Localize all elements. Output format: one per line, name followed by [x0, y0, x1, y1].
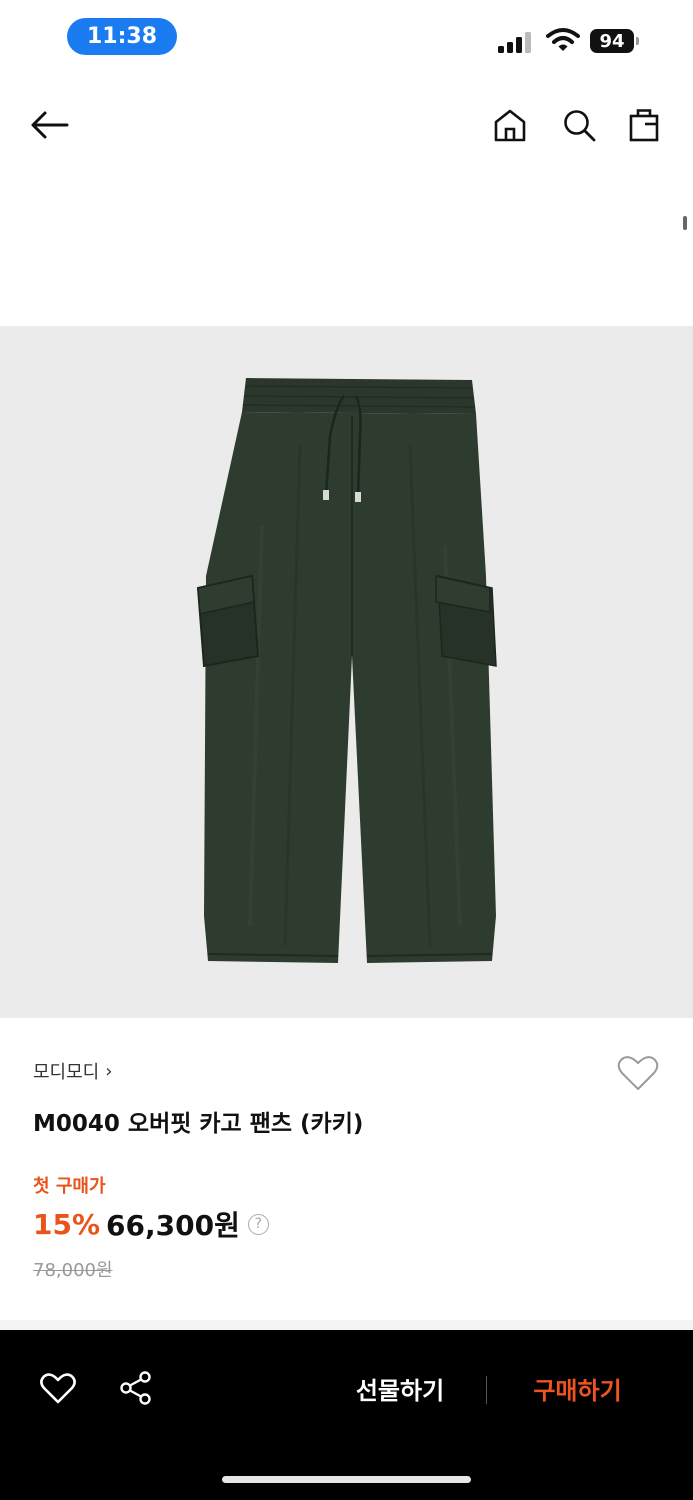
brand-name: 모디모디: [33, 1062, 100, 1083]
back-arrow-icon: [31, 111, 69, 139]
share-button[interactable]: [111, 1363, 161, 1413]
price-row: 15% 66,300원 ?: [33, 1204, 269, 1244]
buy-button[interactable]: 구매하기: [505, 1366, 650, 1410]
signal-icon: [498, 32, 531, 53]
bottom-separator: [486, 1376, 487, 1404]
share-icon: [120, 1371, 151, 1405]
khaki-cargo-pants-photo: [196, 378, 497, 963]
home-indicator[interactable]: [222, 1476, 471, 1483]
product-title: M0040 오버핏 카고 팬츠 (카키): [33, 1111, 364, 1137]
wishlist-button[interactable]: [612, 1050, 664, 1096]
battery-icon: 94: [590, 29, 634, 53]
section-divider: [0, 1320, 693, 1330]
heart-icon: [40, 1373, 76, 1404]
scroll-indicator[interactable]: [683, 216, 687, 230]
chevron-right-icon: ›: [105, 1060, 113, 1082]
wifi-icon: [546, 28, 580, 51]
home-button[interactable]: [485, 90, 535, 160]
product-image[interactable]: [0, 326, 693, 1018]
brand-link[interactable]: 모디모디 ›: [33, 1058, 112, 1084]
help-circle-icon[interactable]: ?: [247, 1213, 269, 1235]
shopping-bag-icon: [629, 109, 659, 142]
search-button[interactable]: [554, 90, 604, 160]
status-bar: 11:38 94: [0, 0, 693, 80]
bottom-action-bar: 선물하기 구매하기: [0, 1330, 693, 1500]
top-nav-bar: [0, 90, 693, 160]
gift-button[interactable]: 선물하기: [330, 1366, 470, 1410]
discount-rate: 15%: [33, 1207, 101, 1241]
original-price: 78,000원: [33, 1260, 113, 1281]
battery-tip: [636, 37, 639, 45]
sale-price: 66,300원: [106, 1209, 240, 1242]
status-time[interactable]: 11:38: [67, 18, 177, 55]
home-icon: [494, 109, 526, 142]
shopping-bag-button[interactable]: [619, 90, 669, 160]
heart-outline-icon: [617, 1056, 659, 1090]
back-button[interactable]: [24, 90, 74, 160]
first-purchase-label: 첫 구매가: [33, 1176, 106, 1197]
search-icon: [564, 110, 596, 142]
bottom-wishlist-button[interactable]: [33, 1363, 83, 1413]
